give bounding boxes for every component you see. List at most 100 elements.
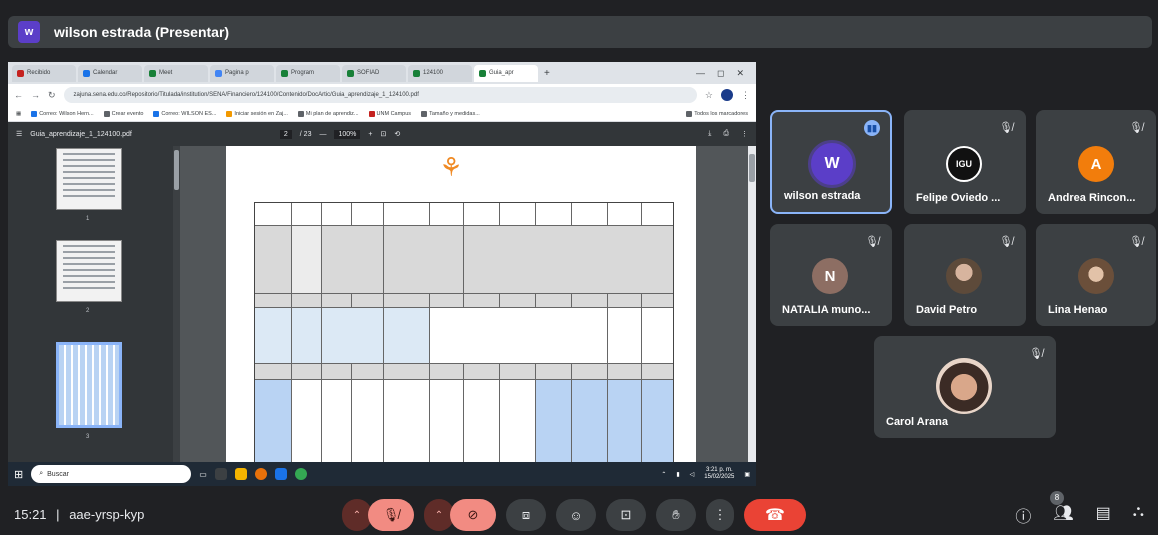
- meeting-time: 15:21: [14, 507, 47, 522]
- task-view-icon[interactable]: ▭: [199, 470, 207, 479]
- microphone-button[interactable]: 🎙︎̸: [368, 499, 414, 531]
- battery-icon[interactable]: ▮: [676, 471, 679, 478]
- people-icon[interactable]: 👥︎: [1053, 503, 1073, 527]
- volume-icon[interactable]: ◁: [690, 471, 695, 478]
- participant-name: Carol Arana: [886, 416, 948, 428]
- taskbar-app-icon[interactable]: [274, 468, 287, 480]
- maximize-icon[interactable]: ◻: [717, 68, 724, 79]
- participant-tile[interactable]: 🎙︎̸ Carol Arana: [874, 336, 1056, 438]
- mic-off-icon: 🎙︎̸: [999, 236, 1013, 248]
- taskbar-app-icon[interactable]: [214, 468, 227, 480]
- pdf-actions: ⤓ ⎙ ⋮: [708, 130, 748, 138]
- browser-tab[interactable]: 124100: [408, 64, 472, 82]
- camera-button[interactable]: ⊘: [450, 499, 496, 531]
- zoom-out-icon[interactable]: —: [319, 131, 326, 138]
- folder-icon: [686, 110, 693, 117]
- participant-tile[interactable]: 🎙︎̸ David Petro: [904, 224, 1026, 326]
- close-icon[interactable]: ✕: [736, 68, 744, 79]
- zoom-level[interactable]: 100%: [334, 129, 361, 139]
- hamburger-icon[interactable]: ☰: [16, 130, 22, 138]
- bookmark[interactable]: Correo: WILSON ES...: [153, 110, 216, 117]
- browser-tab[interactable]: SOFIAD: [342, 64, 406, 82]
- bookmark[interactable]: Correo: Wilson Hern...: [31, 110, 94, 117]
- meeting-control-bar: 15:21 | aae-yrsp-kyp ⌃ 🎙︎̸ ⌃ ⊘ ⧈ ☺ ⊡ ✋︎ …: [0, 491, 1158, 535]
- file-explorer-icon[interactable]: [234, 468, 247, 480]
- present-button[interactable]: ⊡: [606, 499, 646, 531]
- browser-tab[interactable]: Calendar: [78, 64, 142, 82]
- page-thumbnail-selected[interactable]: [56, 342, 122, 428]
- bookmark-favicon-icon: [368, 110, 375, 117]
- minimize-icon[interactable]: —: [696, 68, 705, 79]
- windows-start-icon[interactable]: ⊞: [14, 468, 23, 481]
- participant-tile[interactable]: IGU 🎙︎̸ Felipe Oviedo ...: [904, 110, 1026, 214]
- hang-up-icon: ☎: [765, 507, 785, 524]
- bookmark[interactable]: Tamaño y medidas...: [421, 110, 480, 117]
- side-panel-buttons: ⓘ 👥︎ ▤ ⛬: [1015, 503, 1144, 527]
- bookmark[interactable]: Iniciar sesión en Zaj...: [226, 110, 288, 117]
- more-icon[interactable]: ⋮: [741, 130, 748, 138]
- all-bookmarks[interactable]: Todos los marcadores: [686, 110, 748, 117]
- reactions-button[interactable]: ☺: [556, 499, 596, 531]
- bookmark[interactable]: Mi plan de aprendiz...: [297, 110, 359, 117]
- menu-icon[interactable]: ⋮: [741, 90, 750, 101]
- chrome-icon[interactable]: [254, 468, 267, 480]
- pdf-page-info: 2 / 23 — 100% + ⊡ ⟲: [279, 129, 400, 139]
- activities-icon[interactable]: ⛬: [1133, 503, 1144, 527]
- pdf-scrollbar[interactable]: [748, 146, 756, 462]
- url-field[interactable]: zajuna.sena.edu.co/Repositorio/Titulada/…: [63, 87, 697, 103]
- browser-tab[interactable]: Recibido: [12, 64, 76, 82]
- browser-tab[interactable]: Pagina p: [210, 64, 274, 82]
- camera-off-icon: ⊘: [467, 507, 479, 522]
- page-total: / 23: [299, 130, 312, 138]
- tab-favicon-icon: [149, 69, 156, 77]
- thumbnail-scrollbar[interactable]: [173, 146, 180, 462]
- rotate-icon[interactable]: ⟲: [394, 130, 400, 138]
- fit-page-icon[interactable]: ⊡: [380, 130, 386, 138]
- profile-icon[interactable]: [721, 89, 733, 101]
- browser-tab-active[interactable]: Guia_apr: [474, 64, 538, 82]
- reload-icon[interactable]: ↻: [48, 90, 56, 101]
- participant-tile[interactable]: 🎙︎̸ Lina Henao: [1036, 224, 1156, 326]
- back-icon[interactable]: ←: [14, 90, 23, 100]
- raise-hand-button[interactable]: ✋︎: [656, 499, 696, 531]
- chat-icon[interactable]: ▤: [1096, 503, 1111, 527]
- notification-icon[interactable]: ▣: [744, 471, 750, 478]
- tab-favicon-icon: [479, 69, 486, 77]
- presenter-label: wilson estrada (Presentar): [54, 24, 230, 40]
- info-icon[interactable]: ⓘ: [1015, 503, 1031, 527]
- avatar: W: [808, 140, 856, 188]
- taskbar-search[interactable]: ⌕ Buscar: [31, 465, 192, 483]
- print-icon[interactable]: ⎙: [723, 130, 729, 138]
- schedule-table: [254, 202, 674, 463]
- browser-tab[interactable]: Program: [276, 64, 340, 82]
- participant-tile[interactable]: N 🎙︎̸ NATALIA muno...: [770, 224, 892, 326]
- leave-call-button[interactable]: ☎: [744, 499, 806, 531]
- pdf-page: ⚘: [226, 146, 696, 463]
- more-options-button[interactable]: ⋮: [706, 499, 734, 531]
- mic-off-icon: 🎙︎̸: [382, 507, 400, 522]
- sena-logo-icon: ⚘: [439, 152, 463, 182]
- page-thumbnail[interactable]: [56, 240, 122, 302]
- page-thumbnail[interactable]: [56, 148, 122, 210]
- bookmark[interactable]: UNM Campus: [368, 110, 411, 117]
- participant-name: Felipe Oviedo ...: [916, 192, 1001, 204]
- download-icon[interactable]: ⤓: [708, 130, 711, 138]
- page-number-input[interactable]: 2: [279, 129, 292, 139]
- table-row: [255, 307, 673, 363]
- browser-tab[interactable]: Meet: [144, 64, 208, 82]
- tray-chevron-icon[interactable]: ⌃: [661, 471, 666, 478]
- participant-name: Lina Henao: [1048, 304, 1108, 316]
- apps-icon[interactable]: ▦: [16, 111, 21, 117]
- captions-button[interactable]: ⧈: [506, 499, 546, 531]
- participant-tile[interactable]: A 🎙︎̸ Andrea Rincon...: [1036, 110, 1156, 214]
- system-clock[interactable]: 3:21 p. m. 15/02/2025: [704, 467, 734, 481]
- new-tab-icon[interactable]: +: [544, 68, 550, 79]
- forward-icon[interactable]: →: [31, 90, 40, 100]
- browser-tabstrip: Recibido Calendar Meet Pagina p Program …: [8, 62, 756, 84]
- bookmark[interactable]: Crear evento: [103, 110, 143, 117]
- tab-favicon-icon: [215, 69, 222, 77]
- star-icon[interactable]: ☆: [705, 90, 713, 101]
- chrome-icon[interactable]: [294, 468, 307, 480]
- participant-tile[interactable]: W ▮▮ wilson estrada: [770, 110, 892, 214]
- zoom-in-icon[interactable]: +: [368, 131, 372, 138]
